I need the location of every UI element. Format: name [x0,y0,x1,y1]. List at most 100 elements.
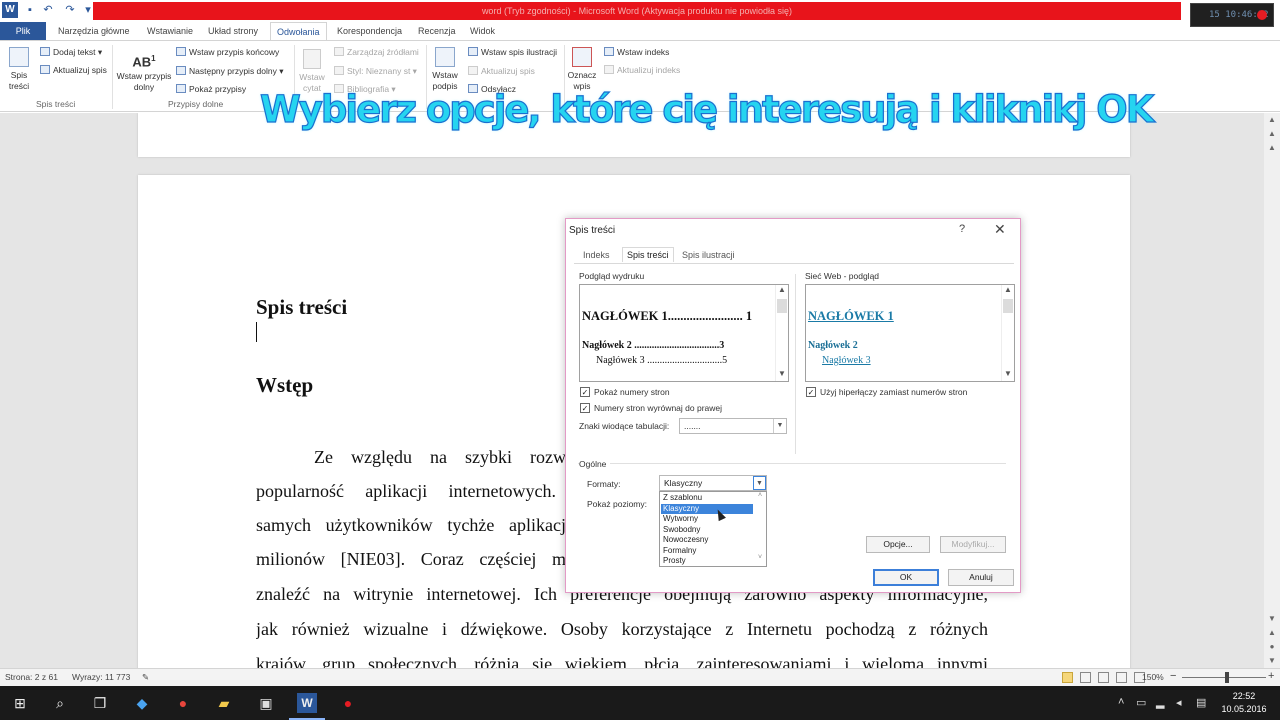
windows-start-icon[interactable]: ⊞ [10,693,30,713]
outline-icon[interactable] [1116,672,1127,683]
web-preview-box[interactable]: NAGŁÓWEK 1 Nagłówek 2 Nagłówek 3 ▲ ▼ [805,284,1015,382]
web-preview-scrollbar[interactable]: ▲ ▼ [1001,285,1014,381]
scroll-up-icon[interactable]: ▲ [1002,285,1014,294]
tab-review[interactable]: Recenzja [418,22,456,40]
preview-scrollbar[interactable]: ▲ ▼ [775,285,788,381]
chevron-down-icon[interactable]: ▼ [773,419,786,433]
tab-view[interactable]: Widok [470,22,495,40]
zoom-out-icon[interactable]: − [1170,670,1176,682]
insert-index-button[interactable]: Wstaw indeks [604,47,669,57]
scroll-down-icon[interactable]: ▼ [1264,612,1280,626]
insert-footnote-button[interactable]: AB1 Wstaw przypis dolny [116,49,172,93]
next-page-icon[interactable]: ▼ [1264,654,1280,668]
proofing-icon[interactable]: ✎ [142,672,149,683]
scroll-up-icon[interactable]: ▲ [776,285,788,294]
system-clock[interactable]: 22:52 10.05.2016 [1214,690,1274,716]
help-icon[interactable]: ? [959,223,965,235]
tab-leader-combo[interactable]: ....... ▼ [679,418,787,434]
format-option[interactable]: Nowoczesny [661,535,753,546]
scroll-down-icon[interactable]: ˅ [754,554,766,561]
mark-entry-button[interactable]: Oznacz wpis [566,47,598,92]
toc-button[interactable]: Spis treści [4,47,34,92]
zoom-level[interactable]: 150% [1142,672,1164,682]
tab-mailings[interactable]: Korespondencja [337,22,402,40]
undo-icon[interactable]: ↶ [40,2,56,18]
previous-page-icon[interactable]: ▲ [1264,626,1280,640]
read-mode-icon[interactable] [1080,672,1091,683]
print-preview-box[interactable]: NAGŁÓWEK 1........................ 1 Nag… [579,284,789,382]
modify-button[interactable]: Modyfikuj... [940,536,1006,553]
next-footnote-button[interactable]: Następny przypis dolny ▾ [176,66,284,77]
select-browse-object-icon[interactable]: ● [1264,640,1280,654]
zoom-slider-thumb[interactable] [1225,672,1229,683]
web-layout-icon[interactable] [1098,672,1109,683]
vertical-scrollbar[interactable]: ▲ ▲ ▲ ▼ ▲ ● ▼ [1264,113,1280,668]
search-icon[interactable]: ⌕ [50,693,70,713]
use-hyperlinks-checkbox[interactable]: ✓ [806,387,816,397]
style-dropdown[interactable]: Styl: Nieznany st ▾ [334,66,417,77]
zoom-slider-track[interactable] [1182,677,1266,678]
page-counter[interactable]: Strona: 2 z 61 [5,672,58,682]
volume-icon[interactable]: ◂ [1176,696,1182,709]
chevron-down-icon[interactable]: ▼ [753,476,766,490]
insert-table-figures-button[interactable]: Wstaw spis ilustracji [468,47,557,57]
show-page-numbers-checkbox[interactable]: ✓ [580,387,590,397]
show-notes-button[interactable]: Pokaż przypisy [176,84,246,94]
cancel-button[interactable]: Anuluj [948,569,1014,586]
tab-page-layout[interactable]: Układ strony [208,22,258,40]
web-heading-3[interactable]: Nagłówek 3 [822,355,871,366]
insert-caption-button[interactable]: Wstaw podpis [430,47,460,92]
word-counter[interactable]: Wyrazy: 11 773 [72,672,130,682]
web-heading-1[interactable]: NAGŁÓWEK 1 [808,309,894,324]
file-explorer-icon[interactable]: ▰ [214,693,234,713]
word-app-icon[interactable]: W [2,2,18,18]
web-heading-2[interactable]: Nagłówek 2 [808,340,858,351]
format-option[interactable]: Formalny [661,546,753,557]
close-icon[interactable]: ✕ [994,221,1006,238]
format-option[interactable]: Z szablonu [661,493,753,504]
zoom-in-icon[interactable]: + [1268,670,1274,682]
word-app-taskbar-icon[interactable]: W [289,693,325,720]
update-toc-button[interactable]: Aktualizuj spis [40,65,107,75]
ok-button[interactable]: OK [873,569,939,586]
save-icon[interactable]: ▪ [22,2,38,18]
add-text-button[interactable]: Dodaj tekst ▾ [40,47,102,58]
recorder-app-icon[interactable]: ● [338,693,358,713]
scroll-thumb[interactable] [777,299,787,313]
network-icon[interactable]: ▂ [1156,696,1164,709]
tray-chevron-up-icon[interactable]: ˄ [1118,696,1124,708]
options-button[interactable]: Opcje... [866,536,930,553]
terminal-app-icon[interactable]: ▣ [256,693,276,713]
dropdown-scrollbar[interactable]: ˄ ˅ [754,492,766,566]
notifications-icon[interactable]: ▤ [1196,696,1206,709]
tab-file[interactable]: Plik [0,22,46,40]
scroll-down-icon[interactable]: ▼ [776,369,788,378]
tab-index[interactable]: Indeks [583,250,610,260]
tab-references[interactable]: Odwołania [270,22,327,40]
insert-endnote-button[interactable]: Wstaw przypis końcowy [176,47,279,57]
format-option[interactable]: Wytworny [661,514,753,525]
scroll-up-icon[interactable]: ˄ [754,492,766,499]
manage-sources-button[interactable]: Zarządzaj źródłami [334,47,419,57]
battery-icon[interactable]: ▭ [1136,696,1146,709]
format-option-selected[interactable]: Klasyczny [661,503,753,514]
scroll-down-icon[interactable]: ▼ [1002,369,1014,378]
formats-dropdown-list[interactable]: Z szablonu Klasyczny Wytworny Swobodny N… [659,491,767,567]
format-option[interactable]: Swobodny [661,525,753,536]
tab-insert[interactable]: Wstawianie [147,22,193,40]
right-align-checkbox[interactable]: ✓ [580,403,590,413]
scroll-thumb[interactable] [1003,299,1013,313]
tab-home[interactable]: Narzędzia główne [58,22,130,40]
update-table-button[interactable]: Aktualizuj spis [468,66,535,76]
tab-table-of-figures[interactable]: Spis ilustracji [682,250,735,260]
chrome-app-icon[interactable]: ● [173,693,193,713]
tab-toc[interactable]: Spis treści [622,247,674,262]
formats-combo[interactable]: Klasyczny ▼ [659,475,767,491]
scroll-up-icon[interactable]: ▲ [1264,127,1280,141]
redo-icon[interactable]: ↷ [62,2,78,18]
print-layout-icon[interactable] [1062,672,1073,683]
scroll-up-icon[interactable]: ▲ [1264,113,1280,127]
update-index-button[interactable]: Aktualizuj indeks [604,65,680,75]
scroll-up-icon[interactable]: ▲ [1264,141,1280,155]
store-app-icon[interactable]: ◆ [132,693,152,713]
